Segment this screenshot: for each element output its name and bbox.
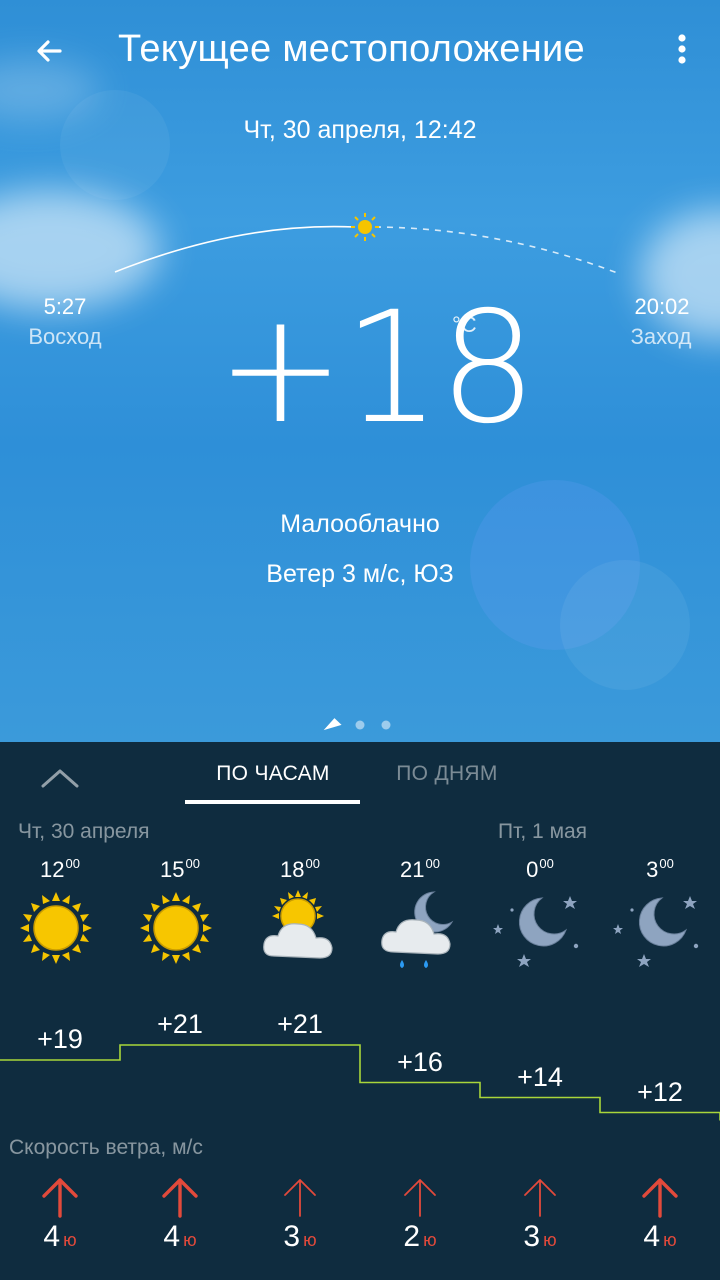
wind-speed-value: 3ю [523, 1220, 557, 1253]
back-button[interactable] [28, 30, 72, 74]
moon-stars-icon [613, 896, 699, 967]
chevron-up-icon [41, 769, 79, 788]
wind-speed-value: 4ю [43, 1220, 77, 1253]
collapse-button[interactable] [36, 758, 84, 798]
current-temperature: +18 [216, 279, 537, 458]
hour-label: 300 [646, 856, 674, 882]
wind-arrow-icon [162, 1178, 198, 1218]
temperature-unit: °C [452, 312, 477, 337]
day-label-tomorrow: Пт, 1 мая [498, 820, 588, 843]
night-rain-icon [381, 891, 454, 968]
arrow-left-icon [37, 40, 62, 62]
tab-hourly[interactable]: ПО ЧАСАМ [186, 762, 360, 786]
temperature-value: +21 [157, 1009, 203, 1039]
hour-label: 1200 [40, 856, 80, 882]
hour-label: 000 [526, 856, 554, 882]
sunset-time: 20:02 [634, 294, 690, 319]
wind-arrow-icon [404, 1179, 436, 1217]
more-options-button[interactable] [664, 30, 700, 74]
current-weather-section: Текущее местоположение Чт, 30 апреля, 12… [0, 0, 720, 742]
current-wind: Ветер 3 м/с, ЮЗ [266, 560, 454, 588]
partly-cloudy-icon [263, 890, 333, 959]
current-datetime: Чт, 30 апреля, 12:42 [243, 116, 477, 144]
hour-label: 2100 [400, 856, 440, 882]
wind-arrow-icon [524, 1179, 556, 1217]
wind-arrow-icon [642, 1178, 678, 1218]
tab-active-indicator [185, 800, 360, 804]
wind-speed-value: 4ю [643, 1220, 677, 1253]
wind-speed-title: Скорость ветра, м/с [9, 1136, 203, 1159]
temperature-value: +14 [517, 1061, 563, 1092]
temperature-value: +12 [637, 1076, 683, 1107]
sunrise-label: Восход [28, 324, 102, 349]
weather-condition: Малооблачно [280, 510, 440, 538]
sun-icon [140, 892, 212, 964]
sunrise-time: 5:27 [43, 294, 87, 319]
wind-speed-value: 2ю [403, 1220, 437, 1253]
page-indicator[interactable] [320, 714, 400, 736]
forecast-panel: ПО ЧАСАМ ПО ДНЯМ Чт, 30 апреля Пт, 1 мая… [0, 742, 720, 1280]
hour-label: 1800 [280, 856, 320, 882]
wind-speed-value: 3ю [283, 1220, 317, 1253]
wind-speed-value: 4ю [163, 1220, 197, 1253]
temperature-value: +16 [397, 1046, 443, 1077]
temperature-value: +19 [37, 1024, 83, 1054]
lens-flare [60, 90, 170, 200]
sunset-label: Заход [630, 324, 692, 349]
wind-arrow-icon [42, 1178, 78, 1218]
location-arrow-icon [323, 718, 342, 731]
sun-position-icon [351, 213, 379, 241]
wind-arrow-icon [284, 1179, 316, 1217]
more-vertical-icon [678, 34, 686, 64]
hour-label: 1500 [160, 856, 200, 882]
temperature-value: +21 [277, 1009, 323, 1039]
sun-icon [20, 892, 92, 964]
day-label-today: Чт, 30 апреля [18, 820, 150, 843]
tab-daily[interactable]: ПО ДНЯМ [372, 762, 522, 786]
moon-stars-icon [493, 896, 579, 967]
page-title: Текущее местоположение [118, 28, 585, 70]
app-bar: Текущее местоположение [0, 0, 720, 100]
